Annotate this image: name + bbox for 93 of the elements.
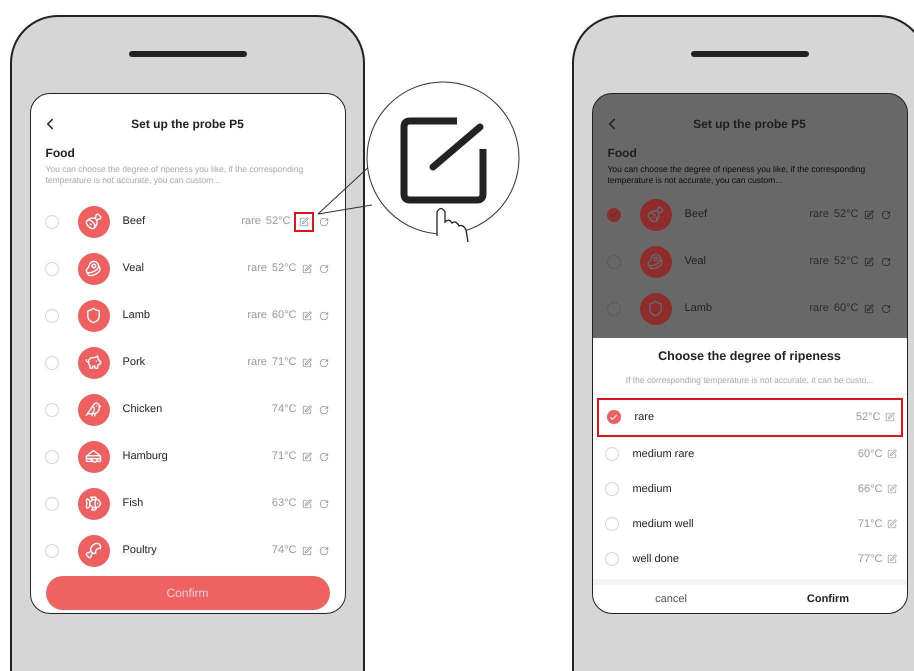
screen-title: Set up the probe P5 [131, 116, 244, 133]
ripeness-option[interactable]: medium [632, 480, 672, 498]
screen-title: Set up the probe P5 [693, 116, 806, 133]
reset-icon[interactable] [318, 264, 328, 274]
food-name: Hamburg [122, 449, 168, 464]
reset-icon[interactable] [318, 358, 328, 368]
reset-icon[interactable] [880, 304, 890, 314]
ripeness-option[interactable]: rare [634, 408, 654, 426]
section-title: Food [44, 145, 76, 162]
cancel-button[interactable]: cancel [592, 590, 750, 608]
section-title: Food [606, 145, 638, 162]
edit-icon[interactable] [864, 210, 874, 220]
temperature-label: 60°C [272, 308, 296, 324]
temperature-label: 60°C [858, 446, 882, 462]
edit-icon[interactable] [886, 554, 896, 564]
ham-icon [647, 206, 664, 223]
edit-icon[interactable] [886, 519, 896, 529]
shield-icon [85, 307, 102, 324]
ham-icon [85, 213, 102, 230]
food-name: Beef [684, 207, 708, 222]
piggy-bank-icon [85, 354, 102, 371]
temperature-label: 63°C [272, 496, 296, 512]
radio-button[interactable] [606, 410, 620, 424]
pointing-hand-icon [436, 208, 469, 243]
reset-icon[interactable] [880, 210, 890, 220]
confirm-button[interactable]: Confirm [750, 590, 906, 608]
temperature-label: 52°C [856, 410, 880, 425]
edit-icon[interactable] [302, 452, 312, 462]
doneness-label: rare [247, 261, 267, 276]
shield-icon [647, 300, 664, 317]
doneness-label: rare [247, 355, 267, 370]
sheet-description: If the corresponding temperature is not accurate, it can be custo... [624, 374, 874, 386]
edit-icon[interactable] [298, 216, 308, 226]
edit-icon[interactable] [864, 304, 874, 314]
doneness-label: rare [809, 207, 829, 222]
fish-icon [85, 495, 102, 512]
food-name: Veal [684, 254, 706, 270]
temperature-label: 74°C [272, 543, 296, 558]
doneness-label: rare [247, 308, 267, 324]
temperature-label: 52°C [272, 261, 296, 276]
temperature-label: 52°C [834, 254, 858, 270]
edit-icon[interactable] [886, 449, 896, 459]
bird-icon [85, 401, 102, 418]
reset-icon[interactable] [318, 310, 328, 320]
ripeness-option[interactable]: well done [632, 550, 679, 568]
steak-icon [85, 260, 102, 277]
edit-icon[interactable] [302, 546, 312, 556]
food-name: Lamb [122, 308, 150, 324]
food-name: Beef [122, 214, 146, 230]
edit-icon[interactable] [302, 358, 312, 368]
food-name: Veal [122, 261, 144, 276]
edit-icon[interactable] [302, 310, 312, 320]
doneness-label: rare [809, 254, 829, 270]
ripeness-option[interactable]: medium well [632, 516, 694, 532]
check-icon [609, 210, 618, 219]
temperature-label: 77°C [858, 552, 882, 567]
temperature-label: 52°C [834, 207, 858, 222]
section-description: You can choose the degree of ripeness you like, if the corresponding temperature is not accurate, you can custom... [606, 164, 866, 186]
reset-icon[interactable] [318, 546, 328, 556]
temperature-label: 74°C [272, 402, 296, 418]
ripeness-option[interactable]: medium rare [632, 446, 694, 462]
edit-icon[interactable] [886, 484, 896, 494]
section-description: You can choose the degree of ripeness you like, if the corresponding temperature is not accurate, you can custom... [44, 164, 304, 186]
food-name: Poultry [122, 543, 157, 558]
reset-icon[interactable] [318, 216, 328, 226]
food-name: Pork [122, 355, 146, 370]
food-name: Chicken [122, 402, 162, 418]
edit-icon[interactable] [302, 404, 312, 414]
reset-icon[interactable] [318, 404, 328, 414]
radio-button[interactable] [606, 208, 620, 222]
sheet-title: Choose the degree of ripeness [657, 348, 842, 365]
edit-icon[interactable] [302, 264, 312, 274]
food-name: Fish [122, 496, 144, 512]
reset-icon[interactable] [318, 452, 328, 462]
drumstick-icon [85, 542, 102, 559]
reset-icon[interactable] [880, 256, 890, 266]
temperature-label: 71°C [272, 355, 296, 370]
sandwich-icon [85, 448, 102, 465]
temperature-label: 71°C [858, 516, 882, 532]
temperature-label: 71°C [272, 449, 296, 464]
doneness-label: rare [241, 214, 261, 230]
temperature-label: 52°C [266, 214, 290, 230]
reset-icon[interactable] [318, 498, 328, 508]
edit-icon [400, 118, 486, 204]
steak-icon [647, 253, 664, 270]
temperature-label: 66°C [858, 482, 882, 497]
doneness-label: rare [809, 301, 829, 316]
edit-icon[interactable] [864, 256, 874, 266]
food-name: Lamb [684, 301, 712, 316]
edit-icon[interactable] [884, 412, 894, 422]
temperature-label: 60°C [834, 301, 858, 316]
edit-icon[interactable] [302, 498, 312, 508]
check-icon [609, 412, 618, 422]
